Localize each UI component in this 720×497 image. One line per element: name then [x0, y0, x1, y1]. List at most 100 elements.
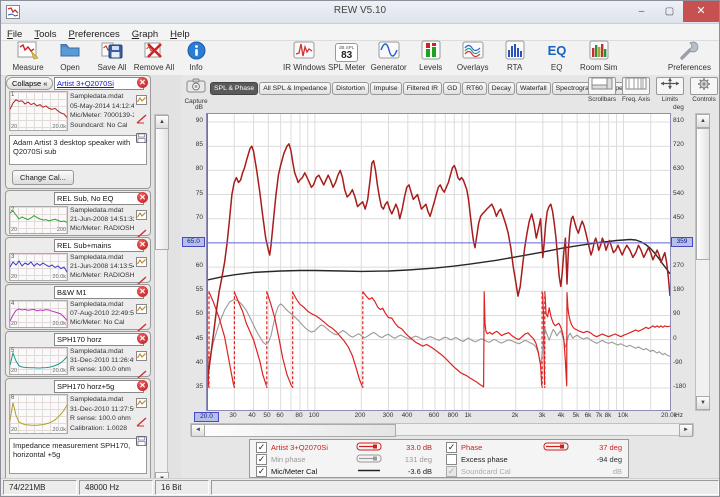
menu-help[interactable]: Help	[164, 28, 196, 41]
measurement-thumbnail[interactable]: 62020.0k	[9, 394, 68, 434]
tab-spl-phase[interactable]: SPL & Phase	[210, 82, 258, 95]
rta-button[interactable]: RTA	[494, 41, 536, 72]
close-button[interactable]: ✕	[683, 1, 719, 22]
ir-windows-button[interactable]: IR Windows	[283, 41, 326, 72]
remove-all-button[interactable]: Remove All	[133, 41, 175, 72]
left-axis-tick: 80	[181, 165, 203, 172]
close-measurement-icon[interactable]: ✕	[137, 380, 148, 391]
measure-button[interactable]: Measure	[7, 41, 49, 72]
levels-button[interactable]: Levels	[410, 41, 452, 72]
measurement-name-field[interactable]: SPH170 horz+5g	[54, 380, 144, 393]
measurement-name-field[interactable]: Artist 3+Q2070Si	[54, 77, 144, 90]
left-axis-tick: 90	[181, 117, 203, 124]
maximize-button[interactable]: ▢	[656, 1, 683, 22]
artist-3-q2070si-checkbox[interactable]: ✓	[256, 442, 267, 453]
min-phase-checkbox[interactable]: ✓	[256, 454, 267, 465]
right-axis-tick: 540	[673, 190, 684, 197]
chart-icon[interactable]	[136, 254, 149, 272]
preferences-button[interactable]: Preferences	[668, 41, 711, 72]
measurement-thumbnail[interactable]: 220200	[9, 206, 68, 234]
measurement-item-5[interactable]: SPH170 horz✕52020.0kSampledata.mdat31-De…	[5, 331, 151, 377]
tab-impulse[interactable]: Impulse	[370, 82, 402, 95]
room-sim-button[interactable]: Room Sim	[578, 41, 620, 72]
scroll-up-icon[interactable]: ▲	[155, 115, 169, 129]
minimize-button[interactable]: –	[628, 1, 655, 22]
spl-phase-chart[interactable]	[207, 114, 670, 410]
plot-area[interactable]	[206, 113, 671, 411]
overlays-button[interactable]: Overlays	[452, 41, 494, 72]
phase-checkbox[interactable]: ✓	[446, 442, 457, 453]
measurements-panel: Collapse « Artist 3+Q2070Si✕12020.0kSamp…	[3, 75, 181, 479]
change-cal-button[interactable]: Change Cal...	[12, 170, 74, 185]
scroll-down-icon[interactable]: ▼	[696, 396, 710, 410]
measurement-list-scrollbar[interactable]: ▲ ▼	[154, 114, 168, 487]
measurement-number: 2	[11, 207, 14, 213]
chart-icon[interactable]	[136, 348, 149, 366]
horizontal-scrollbar[interactable]: ◄ ►	[190, 423, 694, 436]
spl-meter-button[interactable]: dB SPL83SPL Meter	[326, 41, 368, 72]
close-measurement-icon[interactable]: ✕	[137, 239, 148, 250]
open-button[interactable]: Open	[49, 41, 91, 72]
measurement-thumbnail[interactable]: 52020.0k	[9, 347, 68, 375]
slope-icon[interactable]	[136, 414, 149, 432]
tab-distortion[interactable]: Distortion	[332, 82, 369, 95]
close-measurement-icon[interactable]: ✕	[137, 192, 148, 203]
vertical-scrollbar[interactable]: ▲ ▼	[695, 113, 710, 411]
tab-filtered-ir[interactable]: Filtered IR	[403, 82, 442, 95]
measurement-notes[interactable]: Adam Artist 3 desktop speaker with Q2070…	[9, 135, 147, 165]
controls-button[interactable]: Controls	[690, 77, 718, 103]
measurement-name-field[interactable]: B&W M1	[54, 286, 144, 299]
measurement-name-field[interactable]: SPH170 horz	[54, 333, 144, 346]
measurement-item-1[interactable]: Artist 3+Q2070Si✕12020.0kSampledata.mdat…	[5, 75, 151, 189]
generator-button[interactable]: Generator	[368, 41, 410, 72]
scrollbar-thumb[interactable]	[155, 128, 169, 250]
save-icon[interactable]	[136, 433, 149, 451]
measurement-item-3[interactable]: REL Sub+mains✕32020.0kSampledata.mdat21-…	[5, 237, 151, 283]
save-all-button[interactable]: Save All	[91, 41, 133, 72]
excess-phase-checkbox[interactable]	[446, 454, 457, 465]
red-chip[interactable]	[536, 438, 575, 456]
close-measurement-icon[interactable]: ✕	[137, 286, 148, 297]
freq-axis-button[interactable]: Freq. Axis	[622, 77, 650, 103]
mic-meter-cal-checkbox[interactable]: ✓	[256, 466, 267, 477]
measurement-item-2[interactable]: REL Sub, No EQ✕220200Sampledata.mdat21-J…	[5, 190, 151, 236]
left-axis-tick: 40	[181, 359, 203, 366]
eq-button[interactable]: EQEQ	[536, 41, 578, 72]
measurement-thumbnail[interactable]: 12020.0k	[9, 91, 68, 131]
limits-button[interactable]: Limits	[656, 77, 684, 103]
collapse-button[interactable]: Collapse «	[6, 77, 53, 90]
chart-icon[interactable]	[136, 92, 149, 110]
tab-gd[interactable]: GD	[443, 82, 461, 95]
chart-icon[interactable]	[136, 301, 149, 319]
right-axis-tick: -180	[673, 383, 686, 390]
close-measurement-icon[interactable]: ✕	[137, 77, 148, 88]
save-icon[interactable]	[136, 130, 149, 148]
tab-rt60[interactable]: RT60	[462, 82, 487, 95]
measurement-name-field[interactable]: REL Sub, No EQ	[54, 192, 144, 205]
measurement-name-field[interactable]: REL Sub+mains	[54, 239, 144, 252]
measurement-item-4[interactable]: B&W M1✕42020.0kSampledata.mdat07-Aug-201…	[5, 284, 151, 330]
chart-icon[interactable]	[136, 395, 149, 413]
close-measurement-icon[interactable]: ✕	[137, 333, 148, 344]
toolbar-group-center: IR WindowsdB SPL83SPL MeterGeneratorLeve…	[283, 41, 620, 72]
measurement-thumbnail[interactable]: 42020.0k	[9, 300, 68, 328]
scrollbar-thumb[interactable]	[204, 424, 396, 437]
capture-button[interactable]: Capture	[184, 78, 208, 105]
measurement-info-line: Mic/Meter: RADIOSHACK	[70, 225, 134, 234]
info-button[interactable]: Info	[175, 41, 217, 72]
chart-icon[interactable]	[136, 207, 149, 225]
soundcard-cal-checkbox[interactable]: ✓	[446, 466, 457, 477]
scrollbar-thumb[interactable]	[696, 128, 710, 260]
slope-icon[interactable]	[136, 111, 149, 129]
x-axis-tick: 400	[392, 412, 422, 419]
tab-waterfall[interactable]: Waterfall	[516, 82, 551, 95]
measurement-thumbnail[interactable]: 32020.0k	[9, 253, 68, 281]
measurement-notes[interactable]: Impedance measurement SPH170, horizontal…	[9, 438, 147, 474]
tab-decay[interactable]: Decay	[488, 82, 515, 95]
measurement-info-line: Calibration: 1.0028	[70, 424, 134, 434]
scrollbars-button[interactable]: Scrollbars	[588, 77, 616, 103]
tab-all-spl-impedance[interactable]: All SPL & Impedance	[259, 82, 331, 95]
scroll-up-icon[interactable]: ▲	[696, 114, 710, 128]
scroll-left-icon[interactable]: ◄	[191, 424, 205, 437]
scroll-right-icon[interactable]: ►	[679, 424, 693, 437]
